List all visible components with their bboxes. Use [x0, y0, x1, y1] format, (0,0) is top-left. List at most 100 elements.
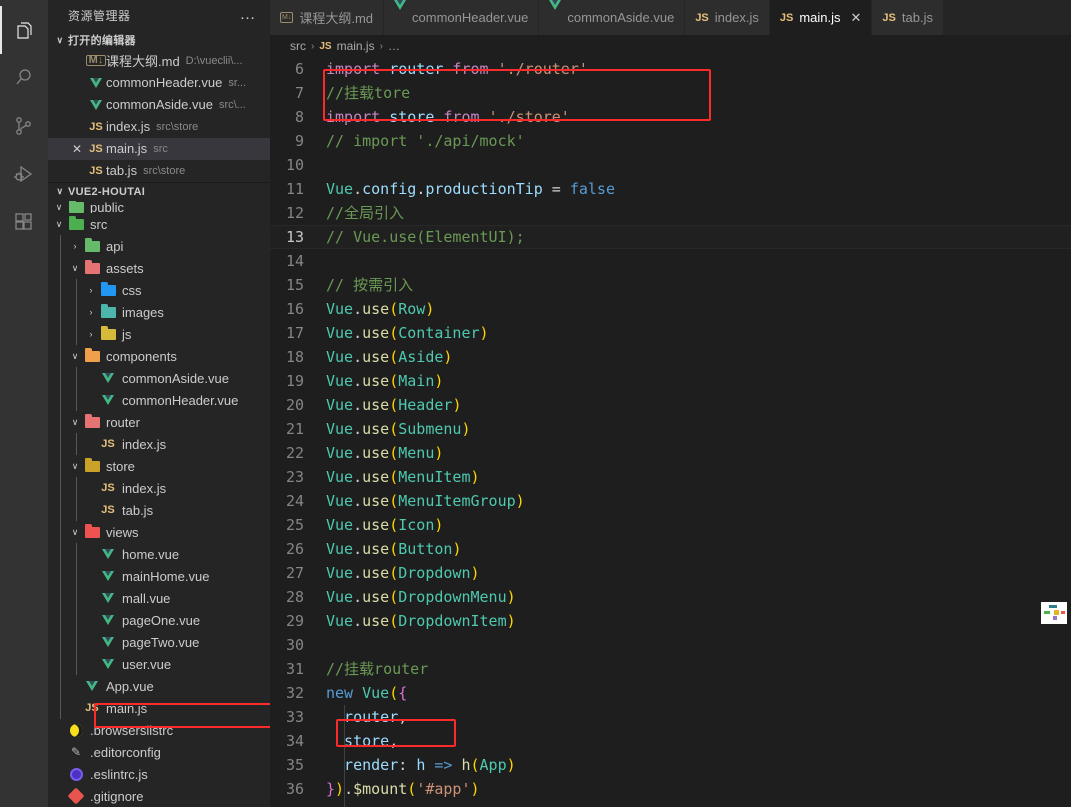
tab-commonheader-vue[interactable]: commonHeader.vue [384, 0, 540, 35]
source-control-icon[interactable] [0, 102, 48, 150]
tree-folder-components[interactable]: ∨ components [48, 345, 270, 367]
code-line[interactable]: 11 Vue.config.productionTip = false [270, 177, 1071, 201]
chevron-right-icon[interactable]: › [84, 329, 98, 339]
chevron-right-icon[interactable]: › [84, 285, 98, 295]
tab-main-js[interactable]: JS main.js ✕ [769, 0, 873, 35]
open-editor-item[interactable]: commonHeader.vue sr... [48, 72, 270, 94]
code-line[interactable]: 15 // 按需引入 [270, 273, 1071, 297]
code-line[interactable]: 26 Vue.use(Button) [270, 537, 1071, 561]
code-line[interactable]: 8 import store from './store' [270, 105, 1071, 129]
tree-folder-assets[interactable]: ∨ assets [48, 257, 270, 279]
code-line[interactable]: 18 Vue.use(Aside) [270, 345, 1071, 369]
tree-file-eslintrcjs[interactable]: .eslintrc.js [48, 763, 270, 785]
tree-file-appvue[interactable]: App.vue [48, 675, 270, 697]
tree-folder-js[interactable]: › js [48, 323, 270, 345]
tree-folder-router[interactable]: ∨ router [48, 411, 270, 433]
chevron-right-icon[interactable]: › [68, 241, 82, 251]
tree-file-indexjs[interactable]: JS index.js [48, 433, 270, 455]
open-editor-item[interactable]: JS tab.js src\store [48, 160, 270, 182]
code-line[interactable]: 16 Vue.use(Row) [270, 297, 1071, 321]
tree-file-commonasidevue[interactable]: commonAside.vue [48, 367, 270, 389]
tab-课程大纲-md[interactable]: M↓ 课程大纲.md [270, 0, 385, 35]
chevron-down-icon[interactable]: ∨ [52, 202, 66, 213]
tab-tab-js[interactable]: JS tab.js [872, 0, 944, 35]
code-line[interactable]: 35 render: h => h(App) [270, 753, 1071, 777]
chevron-down-icon[interactable]: ∨ [68, 461, 82, 472]
chevron-down-icon[interactable]: ∨ [68, 527, 82, 538]
code-line[interactable]: 6 import router from './router' [270, 57, 1071, 81]
code-line[interactable]: 32 new Vue({ [270, 681, 1071, 705]
tree-file-tabjs[interactable]: JS tab.js [48, 499, 270, 521]
project-section-header[interactable]: ∨ VUE2-HOUTAI [48, 181, 270, 201]
search-icon[interactable] [0, 54, 48, 102]
tree-file-indexjs[interactable]: JS index.js [48, 477, 270, 499]
chevron-down-icon[interactable]: ∨ [68, 351, 82, 362]
code-line[interactable]: 27 Vue.use(Dropdown) [270, 561, 1071, 585]
code-line[interactable]: 9 // import './api/mock' [270, 129, 1071, 153]
tree-file-mainhomevue[interactable]: mainHome.vue [48, 565, 270, 587]
tree-folder-images[interactable]: › images [48, 301, 270, 323]
explorer-more-actions-icon[interactable]: … [236, 7, 261, 23]
code-line[interactable]: 31 //挂载router [270, 657, 1071, 681]
chevron-down-icon[interactable]: ∨ [68, 263, 82, 274]
code-line[interactable]: 12 //全局引入 [270, 201, 1071, 225]
tab-index-js[interactable]: JS index.js [685, 0, 770, 35]
open-editor-item[interactable]: commonAside.vue src\... [48, 94, 270, 116]
code-line[interactable]: 33 router, [270, 705, 1071, 729]
breadcrumb-item-more[interactable]: … [388, 39, 400, 53]
chevron-down-icon[interactable]: ∨ [52, 219, 66, 230]
code-line[interactable]: 30 [270, 633, 1071, 657]
code-line[interactable]: 25 Vue.use(Icon) [270, 513, 1071, 537]
explorer-icon[interactable] [0, 6, 48, 54]
tree-file-commonheadervue[interactable]: commonHeader.vue [48, 389, 270, 411]
tree-file-editorconfig[interactable]: ✎ .editorconfig [48, 741, 270, 763]
code-line[interactable]: 21 Vue.use(Submenu) [270, 417, 1071, 441]
editor-vertical-scrollbar[interactable] [1057, 0, 1071, 807]
code-line[interactable]: 37 [270, 801, 1071, 807]
tree-file-mallvue[interactable]: mall.vue [48, 587, 270, 609]
tree-file-browserslistrc[interactable]: .browserslistrc [48, 719, 270, 741]
indent-guide [76, 323, 77, 345]
open-editor-item[interactable]: JS index.js src\store [48, 116, 270, 138]
tree-folder-public[interactable]: ∨ public [48, 201, 270, 213]
breadcrumb-item-mainjs[interactable]: main.js [337, 39, 375, 53]
code-line[interactable]: 36}).$mount('#app') [270, 777, 1071, 801]
tree-file-homevue[interactable]: home.vue [48, 543, 270, 565]
run-debug-icon[interactable] [0, 150, 48, 198]
code-line[interactable]: 20 Vue.use(Header) [270, 393, 1071, 417]
code-line[interactable]: 23 Vue.use(MenuItem) [270, 465, 1071, 489]
open-editor-item-active[interactable]: ✕ JS main.js src [48, 137, 270, 160]
chevron-down-icon[interactable]: ∨ [68, 417, 82, 428]
code-line[interactable]: 7 //挂载tore [270, 81, 1071, 105]
extensions-icon[interactable] [0, 198, 48, 246]
tree-folder-store[interactable]: ∨ store [48, 455, 270, 477]
close-icon[interactable]: ✕ [68, 142, 86, 156]
code-line[interactable]: 24 Vue.use(MenuItemGroup) [270, 489, 1071, 513]
code-line[interactable]: 17 Vue.use(Container) [270, 321, 1071, 345]
code-line[interactable]: 28 Vue.use(DropdownMenu) [270, 585, 1071, 609]
tab-close-icon[interactable]: ✕ [851, 10, 862, 26]
open-editors-section-header[interactable]: ∨ 打开的编辑器 [48, 31, 270, 50]
code-line[interactable]: 10 [270, 153, 1071, 177]
open-editor-item[interactable]: M↓ 课程大纲.md D:\vueclii\... [48, 50, 270, 72]
code-line[interactable]: 34 store, [270, 729, 1071, 753]
code-line[interactable]: 14 [270, 249, 1071, 273]
tree-folder-api[interactable]: › api [48, 235, 270, 257]
tree-item-label: .eslintrc.js [90, 766, 148, 782]
tab-commonaside-vue[interactable]: commonAside.vue [539, 0, 686, 35]
breadcrumb-item-src[interactable]: src [290, 39, 306, 53]
tree-folder-src[interactable]: ∨ src [48, 213, 270, 235]
code-line[interactable]: 29 Vue.use(DropdownItem) [270, 609, 1071, 633]
chevron-right-icon[interactable]: › [84, 307, 98, 317]
tree-file-pagetwovue[interactable]: pageTwo.vue [48, 631, 270, 653]
tree-file-mainjs[interactable]: JS main.js [48, 697, 270, 719]
tree-file-pageonevue[interactable]: pageOne.vue [48, 609, 270, 631]
tree-folder-css[interactable]: › css [48, 279, 270, 301]
tree-file-uservue[interactable]: user.vue [48, 653, 270, 675]
code-line[interactable]: 19 Vue.use(Main) [270, 369, 1071, 393]
code-editor[interactable]: 6 import router from './router' 7 //挂载tore 8… [270, 57, 1071, 807]
tree-file-gitignore[interactable]: .gitignore [48, 785, 270, 807]
tree-folder-views[interactable]: ∨ views [48, 521, 270, 543]
code-line[interactable]: 13 // Vue.use(ElementUI); [270, 225, 1071, 249]
code-line[interactable]: 22 Vue.use(Menu) [270, 441, 1071, 465]
